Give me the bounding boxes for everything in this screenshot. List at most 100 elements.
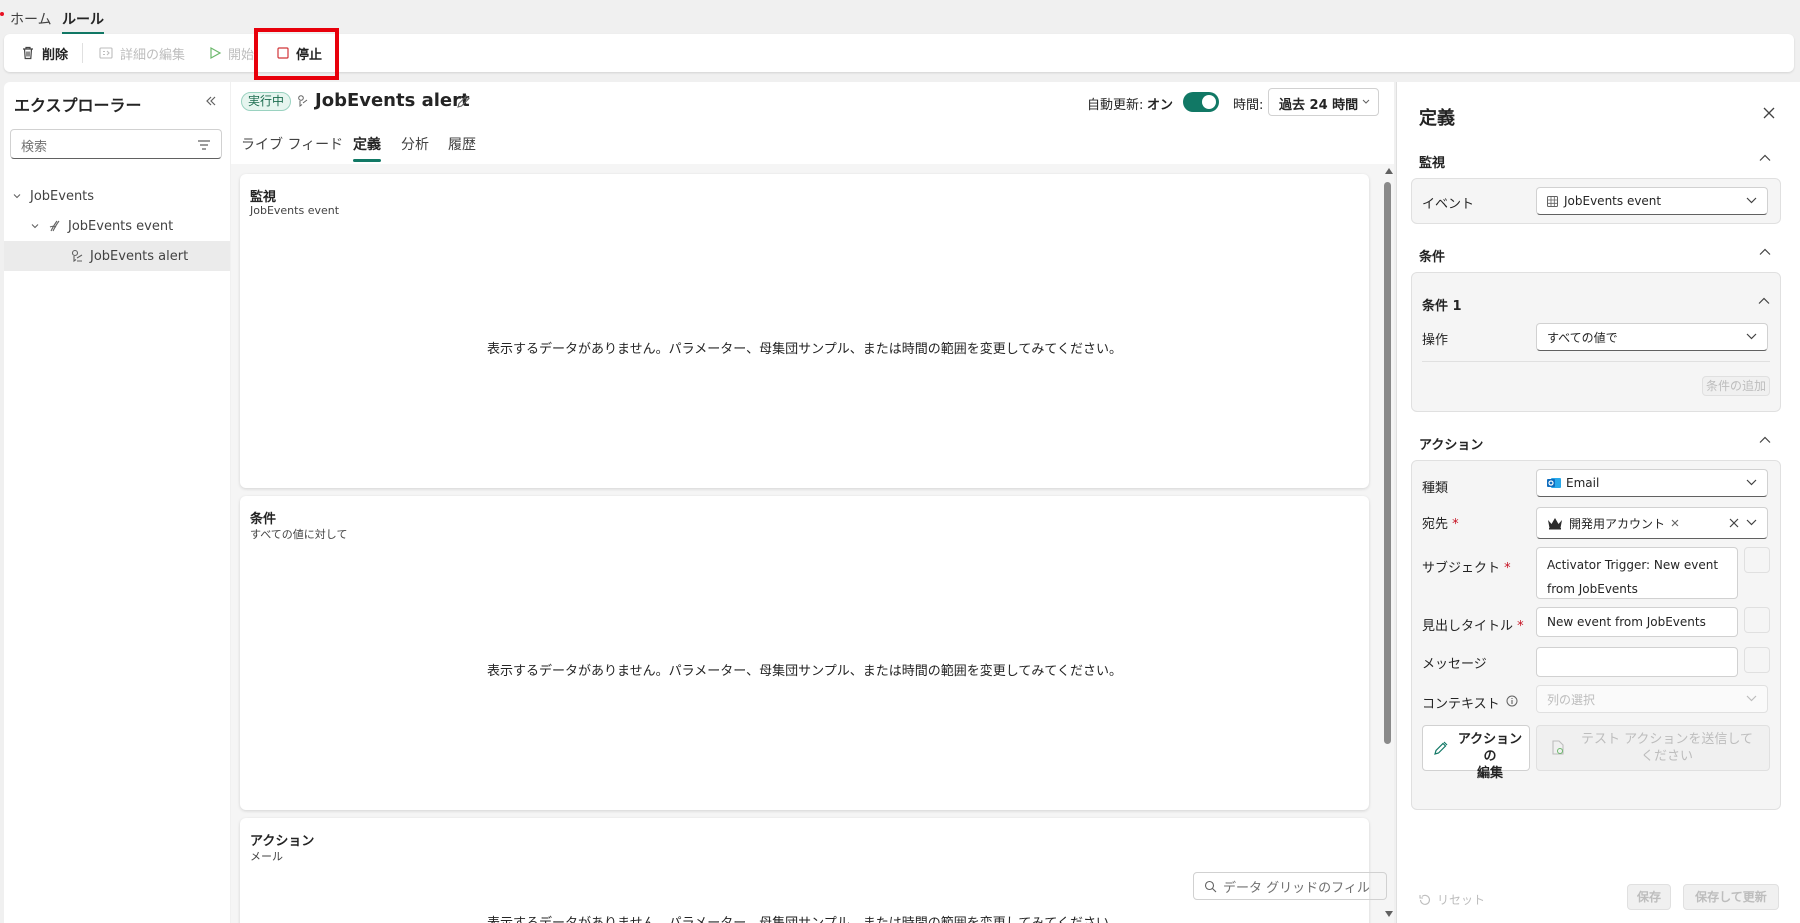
chevron-up-icon[interactable]: [1758, 297, 1770, 305]
auto-refresh-toggle[interactable]: [1183, 92, 1219, 112]
tab-home[interactable]: ホーム: [10, 9, 52, 29]
headline-value: New event from JobEvents: [1547, 615, 1706, 629]
search-icon: [1204, 880, 1217, 893]
message-input[interactable]: [1536, 647, 1738, 677]
to-input[interactable]: 開発用アカウント: [1536, 507, 1768, 539]
monitor-section: イベント JobEvents event: [1411, 178, 1781, 224]
insert-tag-button[interactable]: [1744, 607, 1770, 633]
delete-button[interactable]: 削除: [20, 34, 68, 72]
condition-card-subtitle: すべての値に対して: [250, 528, 348, 541]
save-button[interactable]: 保存: [1627, 884, 1671, 910]
event-value: JobEvents event: [1564, 194, 1662, 208]
chevron-down-icon: [1746, 197, 1757, 204]
outlook-icon: [1547, 477, 1561, 489]
action-card: アクション メール データ グリッドのフィル 表示するデータがありません。パラメ…: [240, 818, 1387, 923]
edit-details-icon: [98, 45, 114, 61]
center-tab-bar: ライブ フィード 定義 分析 履歴: [231, 122, 1394, 164]
event-stream-icon: [48, 219, 62, 233]
time-label: 時間:: [1233, 98, 1264, 113]
context-select[interactable]: 列の選択: [1536, 685, 1768, 713]
operation-select[interactable]: すべての値で: [1536, 323, 1768, 351]
reset-button[interactable]: リセット: [1419, 891, 1485, 908]
start-button[interactable]: 開始: [208, 34, 254, 72]
send-test-action-button[interactable]: テスト アクションを送信して ください: [1536, 725, 1770, 771]
tree-item-jobevents-event[interactable]: JobEvents event: [4, 211, 230, 241]
tree-label: JobEvents event: [68, 218, 174, 234]
subject-label: サブジェクト *: [1422, 561, 1511, 576]
collapse-panel-icon[interactable]: [204, 94, 218, 108]
table-icon: [1547, 195, 1558, 207]
alert-rule-icon: [70, 249, 84, 263]
reset-label: リセット: [1437, 893, 1486, 907]
chevron-down-icon: [12, 191, 22, 201]
subject-line-2: from JobEvents: [1547, 582, 1638, 596]
tab-live-feed[interactable]: ライブ フィード: [241, 134, 343, 154]
action-section: 種類 Email 宛先 * 開発用アカウント サブジェクト * Activato…: [1411, 460, 1781, 810]
to-label: 宛先 *: [1422, 517, 1459, 532]
event-label: イベント: [1422, 197, 1475, 212]
edit-action-button[interactable]: アクションの 編集: [1422, 725, 1530, 781]
search-placeholder: 検索: [21, 140, 48, 155]
edit-action-line-2: 編集: [1476, 766, 1503, 781]
auto-refresh-value: オン: [1147, 98, 1174, 113]
edit-action-icon: [1433, 740, 1449, 756]
condition-card: 条件 すべての値に対して 表示するデータがありません。パラメーター、母集団サンプ…: [240, 496, 1369, 810]
crown-avatar-icon: [1547, 516, 1563, 530]
chevron-down-icon: [1746, 333, 1757, 340]
alert-rule-icon: [297, 94, 309, 108]
empty-message: 表示するデータがありません。パラメーター、母集団サンプル、または時間の範囲を変更…: [487, 342, 1122, 357]
filter-icon[interactable]: [197, 139, 211, 151]
message-label: メッセージ: [1422, 657, 1487, 672]
scrollbar-thumb[interactable]: [1384, 182, 1391, 744]
chevron-down-icon: [1362, 99, 1370, 105]
operation-value: すべての値で: [1547, 330, 1618, 345]
scroll-up-icon[interactable]: [1385, 168, 1393, 174]
search-input[interactable]: 検索: [10, 129, 222, 159]
type-select[interactable]: Email: [1536, 469, 1768, 497]
tab-analysis[interactable]: 分析: [401, 134, 429, 154]
edit-details-button[interactable]: 詳細の編集: [98, 34, 185, 72]
tree-label: JobEvents: [30, 188, 95, 204]
explorer-panel: エクスプローラー 検索 JobEvents JobEvents event Jo…: [4, 82, 230, 923]
save-and-update-button[interactable]: 保存して更新: [1683, 884, 1779, 910]
insert-tag-button[interactable]: [1744, 547, 1770, 573]
divider: [1422, 361, 1770, 362]
condition-section: 条件 1 操作 すべての値で 条件の追加: [1411, 272, 1781, 412]
chevron-up-icon[interactable]: [1759, 248, 1771, 256]
remove-tag-icon[interactable]: [1671, 519, 1679, 527]
add-condition-button[interactable]: 条件の追加: [1702, 376, 1770, 396]
headline-input[interactable]: New event from JobEvents: [1536, 607, 1738, 637]
monitor-card: 監視 JobEvents event 表示するデータがありません。パラメーター、…: [240, 174, 1369, 488]
definition-panel: 定義 監視 イベント JobEvents event 条件 条件 1 操作 すべ…: [1396, 82, 1800, 923]
stop-button-highlight: [254, 28, 339, 80]
monitor-card-subtitle: JobEvents event: [250, 204, 340, 217]
toolbar-divider: [82, 43, 83, 63]
tree-label: JobEvents alert: [90, 248, 189, 264]
tab-rule[interactable]: ルール: [62, 9, 104, 34]
tree-item-jobevents-alert[interactable]: JobEvents alert: [4, 241, 230, 271]
tab-history[interactable]: 履歴: [448, 134, 476, 154]
status-badge: 実行中: [241, 92, 292, 111]
auto-refresh-label: 自動更新:: [1087, 98, 1144, 113]
grid-filter-input[interactable]: データ グリッドのフィル: [1193, 872, 1387, 900]
rule-title: JobEvents alert: [315, 90, 470, 111]
chevron-up-icon[interactable]: [1759, 154, 1771, 162]
monitor-section-title: 監視: [1419, 156, 1446, 171]
scroll-down-icon[interactable]: [1385, 911, 1393, 917]
subject-input[interactable]: Activator Trigger: New event from JobEve…: [1536, 547, 1738, 599]
event-select[interactable]: JobEvents event: [1536, 187, 1768, 215]
tree-item-jobevents[interactable]: JobEvents: [4, 181, 230, 211]
empty-message: 表示するデータがありません。パラメーター、母集団サンプル、または時間の範囲を変更…: [487, 664, 1122, 679]
headline-label: 見出しタイトル *: [1422, 619, 1524, 634]
tab-definition[interactable]: 定義: [353, 134, 381, 162]
clear-icon[interactable]: [1729, 518, 1739, 528]
chevron-down-icon: [1746, 695, 1757, 702]
start-label: 開始: [228, 47, 255, 63]
insert-tag-button[interactable]: [1744, 647, 1770, 673]
close-icon[interactable]: [1762, 106, 1776, 120]
edit-name-icon[interactable]: [455, 94, 471, 110]
monitor-card-title: 監視: [250, 190, 277, 205]
time-range-select[interactable]: 過去 24 時間: [1268, 88, 1379, 116]
chevron-up-icon[interactable]: [1759, 436, 1771, 444]
info-icon[interactable]: [1506, 695, 1518, 707]
